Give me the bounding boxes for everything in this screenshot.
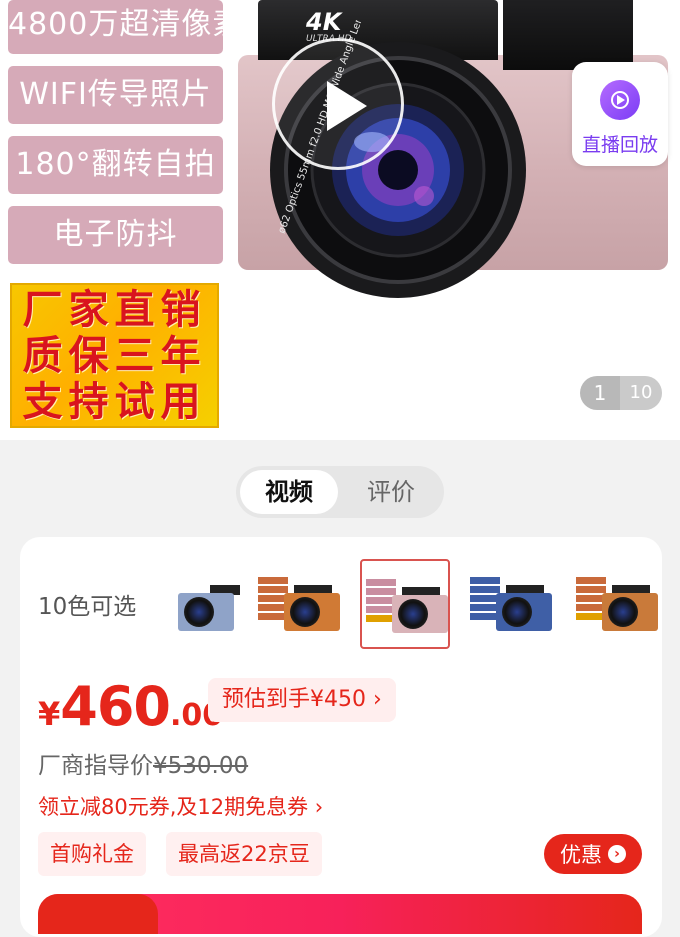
- promo-banner: 厂家直销 质保三年 支持试用: [10, 283, 219, 428]
- purchase-bar-left[interactable]: [38, 894, 158, 934]
- replay-icon: [600, 80, 640, 120]
- price: ¥460.00: [38, 675, 223, 738]
- color-thumbnail[interactable]: [572, 559, 662, 649]
- color-thumbnail[interactable]: [170, 559, 240, 649]
- gallery-page-counter: 1 10: [580, 376, 662, 410]
- coupon-link[interactable]: 领立减80元券,及12期免息券 ›: [38, 791, 323, 821]
- purchase-bar[interactable]: [38, 894, 642, 934]
- price-currency: ¥: [38, 695, 61, 733]
- msrp: 厂商指导价¥530.00: [38, 746, 248, 780]
- feature-tag: 4800万超清像素: [8, 0, 242, 54]
- page-total: 10: [620, 376, 662, 410]
- play-video-button[interactable]: [272, 38, 404, 170]
- replay-label: 直播回放: [581, 134, 658, 156]
- feature-tag: WIFI传导照片: [8, 66, 223, 124]
- chevron-right-icon: ›: [608, 845, 626, 863]
- feature-tag: 电子防抖: [8, 206, 223, 264]
- page-current: 1: [593, 381, 607, 405]
- product-gallery[interactable]: 4800万超清像素 WIFI传导照片 180°翻转自拍 电子防抖 厂家直销 质保…: [0, 0, 680, 440]
- color-thumbnail[interactable]: [466, 559, 556, 649]
- estimated-price-label: 预估到手¥450: [222, 687, 366, 712]
- gift-tag: 首购礼金: [38, 832, 146, 876]
- feature-tag: 180°翻转自拍: [8, 136, 223, 194]
- product-info-card: 10色可选 ¥460.00 预估到手¥450 › 厂商指导价¥530.00 领立…: [20, 537, 662, 937]
- color-thumbnail-selected[interactable]: [360, 559, 450, 649]
- coupon-text: 领立减80元券,及12期免息券: [38, 795, 309, 819]
- media-tab-switch: 视频 评价: [236, 466, 444, 518]
- tab-video[interactable]: 视频: [240, 470, 338, 514]
- price-integer: 460: [60, 675, 171, 738]
- gift-tag: 最高返22京豆: [166, 832, 322, 876]
- estimated-price-tag[interactable]: 预估到手¥450 ›: [208, 678, 396, 722]
- promo-line: 支持试用: [22, 377, 207, 425]
- msrp-value: ¥530.00: [153, 753, 249, 779]
- color-count-label[interactable]: 10色可选: [38, 587, 136, 621]
- msrp-label: 厂商指导价: [38, 753, 153, 779]
- offers-button-label: 优惠: [560, 843, 602, 867]
- live-replay-button[interactable]: 直播回放: [572, 62, 668, 166]
- chevron-right-icon: ›: [308, 795, 324, 819]
- promo-line: 质保三年: [22, 331, 207, 379]
- offers-button[interactable]: 优惠 ›: [544, 834, 642, 874]
- promo-line: 厂家直销: [22, 285, 207, 333]
- color-thumbnail[interactable]: [254, 559, 344, 649]
- chevron-right-icon: ›: [366, 687, 382, 712]
- tab-reviews[interactable]: 评价: [342, 470, 440, 514]
